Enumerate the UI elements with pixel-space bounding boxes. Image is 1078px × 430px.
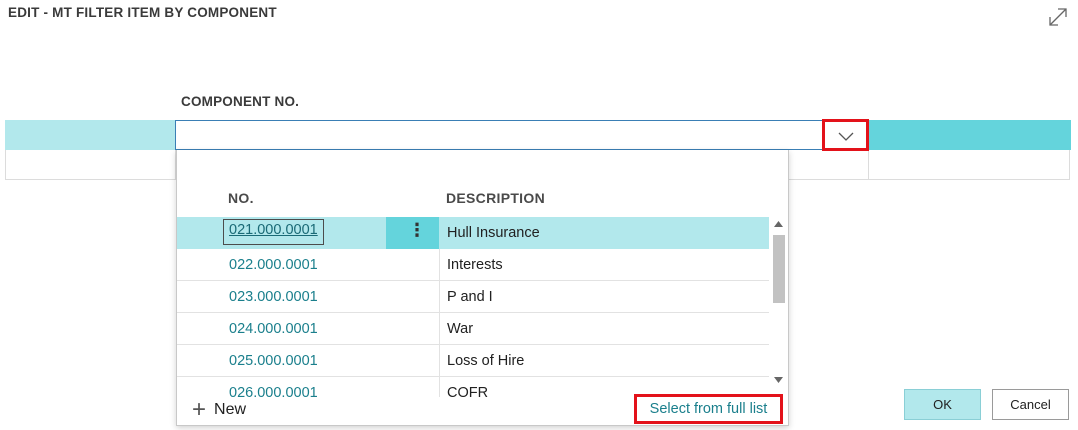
new-button[interactable]: + New — [192, 396, 247, 423]
item-description: Hull Insurance — [447, 225, 540, 241]
column-divider — [439, 217, 440, 249]
grid-cell — [5, 120, 175, 150]
item-no-link[interactable]: 023.000.0001 — [229, 289, 318, 305]
item-description: COFR — [447, 385, 489, 397]
list-item[interactable]: 024.000.0001 War — [177, 313, 769, 345]
lookup-list: 021.000.0001 ⋮ Hull Insurance 022.000.00… — [177, 217, 769, 397]
component-no-input[interactable] — [175, 120, 868, 150]
list-item[interactable]: 022.000.0001 Interests — [177, 249, 769, 281]
column-header-description[interactable]: DESCRIPTION — [446, 190, 545, 206]
item-description: P and I — [447, 289, 493, 305]
grid-cell — [868, 120, 1071, 150]
column-divider — [439, 377, 440, 397]
item-description: Interests — [447, 257, 503, 273]
column-header-no[interactable]: NO. — [228, 190, 254, 206]
column-divider — [439, 345, 440, 377]
column-divider — [439, 281, 440, 313]
dialog-title: EDIT - MT FILTER ITEM BY COMPONENT — [8, 5, 277, 20]
scrollbar-thumb[interactable] — [773, 235, 785, 303]
scroll-up-icon[interactable] — [774, 221, 783, 227]
list-item[interactable]: 023.000.0001 P and I — [177, 281, 769, 313]
item-no-link[interactable]: 025.000.0001 — [229, 353, 318, 369]
list-item[interactable]: 025.000.0001 Loss of Hire — [177, 345, 769, 377]
plus-icon: + — [192, 396, 207, 423]
cancel-button[interactable]: Cancel — [992, 389, 1069, 420]
new-label: New — [214, 401, 247, 418]
more-vertical-icon: ⋮ — [408, 220, 426, 240]
item-no-link[interactable]: 021.000.0001 — [223, 219, 324, 245]
component-no-label: COMPONENT NO. — [181, 94, 300, 109]
chevron-down-icon — [838, 132, 854, 141]
vertical-scrollbar[interactable] — [771, 217, 785, 387]
row-menu-button[interactable]: ⋮ — [386, 217, 439, 249]
item-no-link[interactable]: 024.000.0001 — [229, 321, 318, 337]
grid-divider — [868, 150, 869, 180]
dropdown-toggle-button[interactable] — [822, 119, 869, 151]
item-description: Loss of Hire — [447, 353, 525, 369]
column-divider — [439, 249, 440, 281]
scroll-down-icon[interactable] — [774, 377, 783, 383]
select-from-full-list-link[interactable]: Select from full list — [634, 394, 783, 424]
item-no-link[interactable]: 022.000.0001 — [229, 257, 318, 273]
column-divider — [439, 313, 440, 345]
ok-button[interactable]: OK — [904, 389, 981, 420]
item-description: War — [447, 321, 474, 337]
item-no-link[interactable]: 026.000.0001 — [229, 385, 318, 397]
expand-icon[interactable] — [1044, 3, 1072, 31]
list-item[interactable]: 021.000.0001 ⋮ Hull Insurance — [177, 217, 769, 249]
